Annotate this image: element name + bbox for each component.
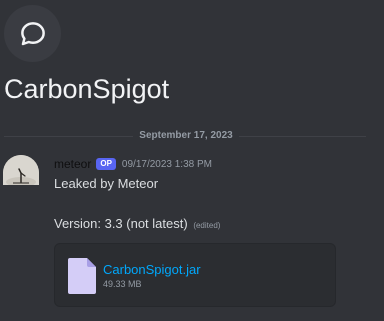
file-icon — [68, 258, 96, 294]
thread-title: CarbonSpigot — [4, 74, 170, 104]
version-text: Version: 3.3 (not latest) — [54, 216, 188, 231]
date-divider-label: September 17, 2023 — [133, 130, 239, 141]
op-badge: OP — [96, 158, 116, 170]
attachment-size: 49.33 MB — [103, 279, 142, 289]
avatar[interactable] — [3, 155, 39, 185]
message-text-line-1: Leaked by Meteor — [54, 176, 159, 191]
author-name[interactable]: meteor — [54, 157, 91, 171]
attachment-filename-link[interactable]: CarbonSpigot.jar — [103, 262, 201, 277]
edited-label[interactable]: (edited) — [193, 221, 220, 230]
message-text-line-2: Version: 3.3 (not latest) (edited) — [54, 216, 220, 231]
file-attachment: CarbonSpigot.jar 49.33 MB — [54, 243, 336, 307]
chat-bubble-icon — [20, 21, 45, 45]
thread-icon-container — [4, 5, 61, 62]
message-header: meteor OP 09/17/2023 1:38 PM — [54, 156, 212, 172]
date-divider: September 17, 2023 — [0, 130, 372, 141]
message-timestamp[interactable]: 09/17/2023 1:38 PM — [122, 159, 212, 170]
